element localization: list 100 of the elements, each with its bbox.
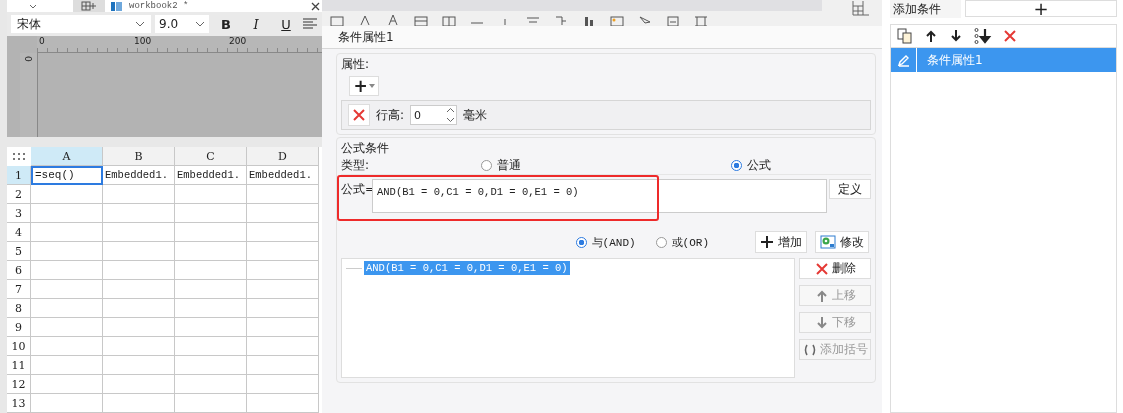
close-icon[interactable] [1003,29,1017,43]
table-cell[interactable]: Embedded1. [175,166,247,185]
table-cell[interactable] [247,299,319,318]
table-cell[interactable] [31,280,103,299]
table-cell[interactable]: Embedded1. [247,166,319,185]
toolbar-icon[interactable] [414,13,428,26]
number-field[interactable]: 0 [410,105,458,125]
column-header[interactable]: D [247,147,319,166]
add-button[interactable]: 增加 [755,231,807,253]
workbook-tab[interactable]: workbook2 * [129,0,189,12]
table-cell[interactable] [175,242,247,261]
size-select[interactable]: 9.0 [155,15,209,33]
table-cell[interactable] [31,242,103,261]
table-cell[interactable] [247,318,319,337]
table-cell[interactable] [103,394,175,413]
table-cell[interactable] [103,375,175,394]
copy-icon[interactable] [897,28,913,44]
table-cell[interactable] [175,299,247,318]
table-cell[interactable] [175,375,247,394]
table-cell[interactable] [31,204,103,223]
row-header[interactable]: 7 [7,280,31,299]
table-cell[interactable] [247,337,319,356]
table-cell[interactable] [31,261,103,280]
table-cell[interactable] [175,280,247,299]
radio-button[interactable]: 与(AND) [575,234,636,250]
table-cell[interactable] [31,185,103,204]
row-header[interactable]: 9 [7,318,31,337]
toolbar-icon[interactable] [694,13,708,26]
row-header[interactable]: 3 [7,204,31,223]
bold-button[interactable]: B [213,14,239,34]
define-button[interactable]: 定义 [829,179,871,199]
select-all-icon[interactable] [13,152,25,161]
row-header[interactable]: 6 [7,261,31,280]
panel-tab[interactable]: 添加条件 [890,0,961,18]
row-header[interactable]: 1 [7,166,31,185]
table-cell[interactable] [247,185,319,204]
table-cell[interactable] [31,318,103,337]
table-cell[interactable] [103,242,175,261]
dropdown-icon[interactable] [29,3,37,9]
table-cell[interactable]: =seq() [31,166,103,185]
table-cell[interactable] [103,185,175,204]
table-cell[interactable] [247,394,319,413]
table-cell[interactable] [103,299,175,318]
add-button[interactable]: + [965,0,1117,17]
table-cell[interactable] [175,204,247,223]
toolbar-icon[interactable] [442,13,456,26]
new-tab-button[interactable] [73,0,105,12]
table-cell[interactable] [175,337,247,356]
table-cell[interactable] [247,356,319,375]
modify-button[interactable]: 修改 [815,231,869,253]
table-cell[interactable] [103,223,175,242]
grid-icon[interactable] [852,0,870,16]
radio-button[interactable]: 或(OR) [655,234,709,250]
italic-button[interactable]: I [243,14,269,34]
table-cell[interactable] [175,185,247,204]
column-header[interactable]: B [103,147,175,166]
table-cell[interactable] [103,204,175,223]
column-header[interactable]: A [31,147,103,166]
table-cell[interactable] [31,356,103,375]
table-cell[interactable] [31,337,103,356]
row-header[interactable]: 13 [7,394,31,413]
add-button[interactable]: + [349,76,379,96]
radio-button[interactable]: 公式 [731,156,771,174]
table-cell[interactable] [103,356,175,375]
table-cell[interactable] [247,223,319,242]
table-cell[interactable] [103,280,175,299]
table-cell[interactable] [247,261,319,280]
table-cell[interactable] [31,394,103,413]
underline-button[interactable]: U [273,14,299,34]
row-header[interactable]: 8 [7,299,31,318]
column-header[interactable]: C [175,147,247,166]
arrow-down-icon[interactable] [949,29,963,43]
table-cell[interactable] [175,318,247,337]
row-header[interactable]: 12 [7,375,31,394]
row-header[interactable]: 4 [7,223,31,242]
table-cell[interactable] [175,223,247,242]
table-cell[interactable] [247,242,319,261]
table-cell[interactable] [247,375,319,394]
move-bottom-icon[interactable] [974,28,992,44]
close-icon[interactable] [311,1,320,11]
formula-field[interactable]: AND(B1 = 0,C1 = 0,D1 = 0,E1 = 0) [372,179,828,213]
table-cell[interactable] [247,280,319,299]
table-cell[interactable] [31,375,103,394]
align-icon[interactable] [303,18,317,30]
toolbar-icon[interactable] [386,13,400,26]
radio-button[interactable]: 普通 [481,156,731,174]
table-cell[interactable] [175,394,247,413]
font-select[interactable]: 宋体 [11,15,151,33]
arrow-up-icon[interactable] [924,29,938,43]
delete-button[interactable] [348,104,370,126]
side-button[interactable]: 删除 [799,258,871,279]
row-header[interactable]: 10 [7,337,31,356]
row-header[interactable]: 5 [7,242,31,261]
table-cell[interactable] [103,261,175,280]
row-header[interactable]: 11 [7,356,31,375]
table-cell[interactable] [103,318,175,337]
row-header[interactable]: 2 [7,185,31,204]
table-cell[interactable] [247,204,319,223]
table-cell[interactable] [31,223,103,242]
table-cell[interactable] [175,261,247,280]
